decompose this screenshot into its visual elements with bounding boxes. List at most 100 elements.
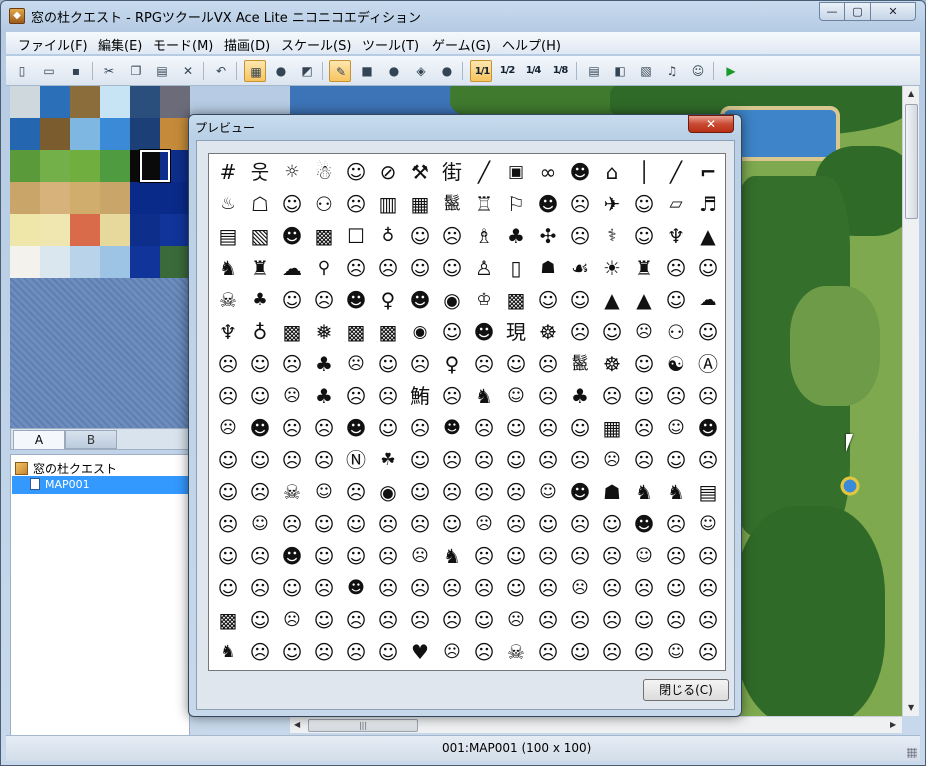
delete-button[interactable]: ✕ — [177, 60, 199, 82]
tile-swatch[interactable] — [160, 86, 190, 118]
pencil-button[interactable]: ✎ — [329, 60, 351, 82]
preview-icon-cell: ☹ — [313, 640, 335, 664]
preview-icon-cell: ☺ — [635, 546, 653, 566]
preview-icon-cell: ♀ — [380, 288, 396, 312]
maximize-button[interactable]: ▢ — [844, 2, 871, 21]
scale-1-8-button[interactable]: 1/8 — [549, 60, 571, 82]
tile-swatch[interactable] — [10, 86, 40, 118]
close-window-button[interactable]: ✕ — [870, 2, 916, 21]
tile-swatch[interactable] — [10, 118, 40, 150]
map-event-marker[interactable] — [839, 475, 861, 497]
close-button[interactable]: 閉じる(C) — [643, 679, 729, 701]
save-project-button[interactable]: ▪ — [65, 60, 87, 82]
tile-swatch[interactable] — [40, 182, 70, 214]
preview-icon-cell: ☹ — [345, 256, 367, 280]
tree-item-map001[interactable]: MAP001 — [12, 476, 189, 494]
toolbar-separator — [713, 62, 714, 80]
tile-swatch[interactable] — [130, 246, 160, 278]
scroll-up-icon[interactable]: ▲ — [908, 89, 914, 98]
tile-swatch[interactable] — [70, 150, 100, 182]
menu-tools[interactable]: ツール(T) — [362, 35, 419, 54]
tile-swatch[interactable] — [130, 182, 160, 214]
menu-game[interactable]: ゲーム(G) — [432, 35, 491, 54]
menu-mode[interactable]: モード(M) — [153, 35, 213, 54]
scale-1-2-button[interactable]: 1/2 — [496, 60, 518, 82]
tile-swatch[interactable] — [40, 118, 70, 150]
playtest-button[interactable]: ▶ — [720, 60, 742, 82]
database-button[interactable]: ▤ — [583, 60, 605, 82]
tile-swatch[interactable] — [10, 150, 40, 182]
tile-swatch[interactable] — [100, 150, 130, 182]
map-layer-button[interactable]: ▦ — [244, 60, 266, 82]
preview-icon-cell: ♞ — [443, 544, 461, 568]
preview-icon-cell: ▤ — [698, 480, 718, 504]
resize-grip-icon[interactable] — [907, 748, 917, 758]
undo-button[interactable]: ↶ — [210, 60, 232, 82]
rectangle-button[interactable]: ■ — [356, 60, 378, 82]
event-layer-button[interactable]: ● — [270, 60, 292, 82]
preview-icon-cell: ☹ — [633, 576, 655, 600]
tree-project-root[interactable]: 窓の杜クエスト — [15, 460, 117, 476]
preview-icon-cell: ☹ — [633, 640, 655, 664]
tile-swatch[interactable] — [100, 214, 130, 246]
vertical-scroll-thumb[interactable] — [905, 104, 918, 219]
tile-swatch[interactable] — [10, 214, 40, 246]
new-project-button[interactable]: ▯ — [11, 60, 33, 82]
tile-swatch[interactable] — [10, 182, 40, 214]
menu-scale[interactable]: スケール(S) — [281, 35, 351, 54]
tile-swatch[interactable] — [40, 214, 70, 246]
resource-manager-button[interactable]: ◧ — [609, 60, 631, 82]
tile-swatch[interactable] — [100, 246, 130, 278]
tile-swatch[interactable] — [100, 118, 130, 150]
preview-icon-cell: ☯ — [667, 352, 685, 376]
minimize-button[interactable]: — — [819, 2, 845, 21]
character-generator-button[interactable]: ☺ — [687, 60, 709, 82]
scroll-right-icon[interactable]: ▶ — [890, 720, 896, 729]
shadow-pen-button[interactable]: ● — [436, 60, 458, 82]
fill-button[interactable]: ◈ — [410, 60, 432, 82]
tile-swatch[interactable] — [70, 246, 100, 278]
tile-swatch[interactable] — [100, 182, 130, 214]
ellipse-icon: ● — [388, 64, 400, 78]
tile-swatch[interactable] — [40, 86, 70, 118]
dialog-close-icon[interactable]: ✕ — [688, 115, 734, 133]
map-vertical-scrollbar[interactable]: ▲ ▼ — [902, 86, 919, 716]
tile-swatch[interactable] — [100, 86, 130, 118]
tileset-palette[interactable] — [10, 86, 190, 428]
tile-swatch[interactable] — [40, 150, 70, 182]
tile-swatch[interactable] — [160, 118, 190, 150]
tile-swatch[interactable] — [130, 118, 160, 150]
tile-swatch[interactable] — [10, 246, 40, 278]
scale-1-1-button[interactable]: 1/1 — [470, 60, 492, 82]
script-editor-button[interactable]: ▧ — [635, 60, 657, 82]
tab-a[interactable]: A — [13, 430, 65, 449]
horizontal-scroll-thumb[interactable]: ||| — [308, 719, 418, 732]
scale-1-4-button[interactable]: 1/4 — [522, 60, 544, 82]
tile-swatch[interactable] — [160, 214, 190, 246]
map-horizontal-scrollbar[interactable]: ◀ ||| ▶ — [290, 716, 902, 733]
tile-swatch[interactable] — [70, 118, 100, 150]
scroll-down-icon[interactable]: ▼ — [908, 703, 914, 712]
tile-swatch[interactable] — [160, 246, 190, 278]
sound-test-button[interactable]: ♫ — [661, 60, 683, 82]
menu-help[interactable]: ヘルプ(H) — [502, 35, 561, 54]
ellipse-button[interactable]: ● — [383, 60, 405, 82]
menu-file[interactable]: ファイル(F) — [18, 35, 88, 54]
open-project-button[interactable]: ▭ — [38, 60, 60, 82]
scroll-left-icon[interactable]: ◀ — [294, 720, 300, 729]
tile-swatch[interactable] — [70, 182, 100, 214]
tile-swatch[interactable] — [160, 182, 190, 214]
menu-draw[interactable]: 描画(D) — [224, 35, 270, 54]
menu-edit[interactable]: 編集(E) — [98, 35, 142, 54]
cut-button[interactable]: ✂ — [98, 60, 120, 82]
tile-swatch[interactable] — [70, 214, 100, 246]
tile-swatch[interactable] — [40, 246, 70, 278]
tab-b[interactable]: B — [65, 430, 117, 449]
copy-button[interactable]: ❐ — [125, 60, 147, 82]
tile-swatch[interactable] — [130, 86, 160, 118]
region-layer-button[interactable]: ◩ — [296, 60, 318, 82]
tile-swatch[interactable] — [130, 214, 160, 246]
paste-button[interactable]: ▤ — [151, 60, 173, 82]
tile-swatch[interactable] — [70, 86, 100, 118]
preview-icon-cell: ☁ — [699, 290, 717, 310]
